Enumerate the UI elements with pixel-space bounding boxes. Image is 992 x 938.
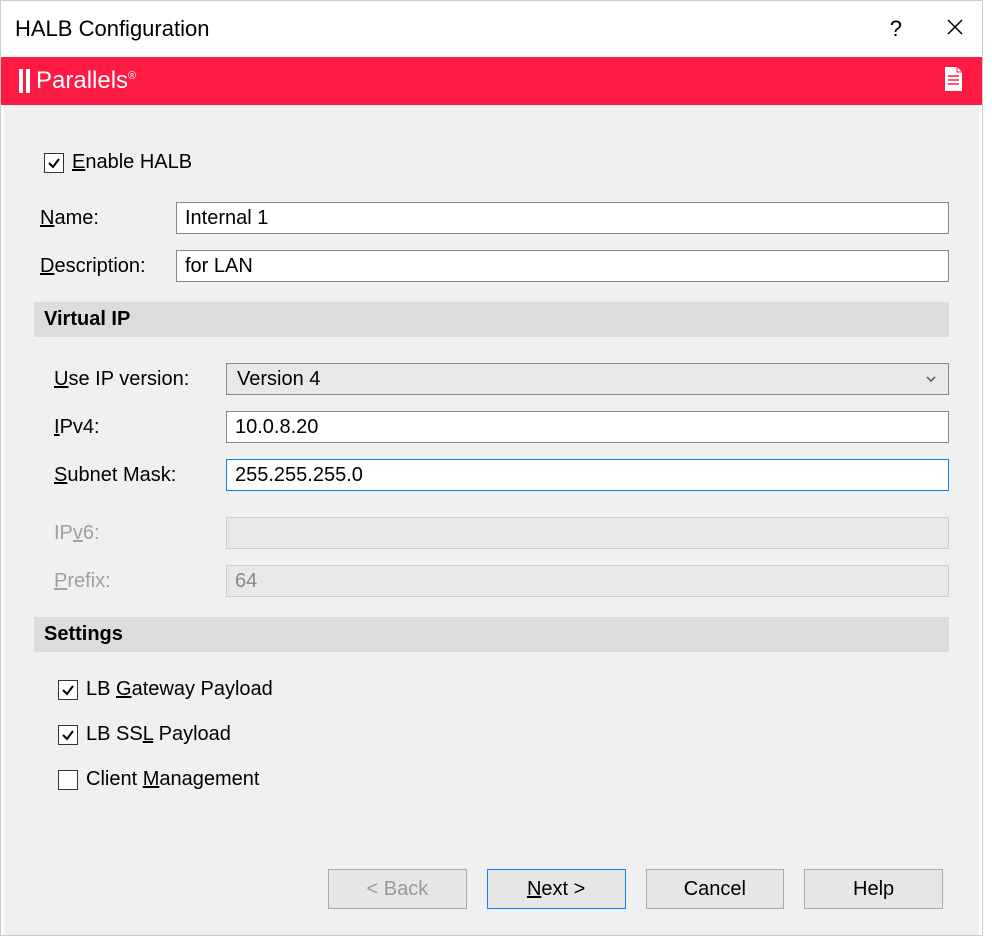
name-input[interactable] xyxy=(176,202,949,234)
window-title: HALB Configuration xyxy=(15,16,209,42)
settings-section-header: Settings xyxy=(34,617,949,652)
ipv4-label: IPv4: xyxy=(54,416,226,439)
name-row: Name: xyxy=(40,202,949,234)
enable-halb-checkbox[interactable]: Enable HALB xyxy=(44,151,949,174)
ip-version-label: Use IP version: xyxy=(54,368,226,391)
button-row: < Back Next > Cancel Help xyxy=(328,869,949,917)
dialog-window: HALB Configuration ? Parallels® xyxy=(0,0,983,936)
ipv4-row: IPv4: xyxy=(54,411,949,443)
subnet-label: Subnet Mask: xyxy=(54,464,226,487)
prefix-input xyxy=(226,565,949,597)
parallels-bars-icon xyxy=(19,69,30,93)
lb-ssl-checkbox[interactable]: LB SSL Payload xyxy=(58,723,949,746)
back-button: < Back xyxy=(328,869,467,909)
description-label: Description: xyxy=(40,255,176,278)
brand-name: Parallels® xyxy=(36,67,136,95)
ip-version-select[interactable]: Version 4 xyxy=(226,363,949,395)
brand-logo: Parallels® xyxy=(19,67,136,95)
lb-gateway-checkbox[interactable]: LB Gateway Payload xyxy=(58,678,949,701)
name-label: Name: xyxy=(40,207,176,230)
help-icon[interactable]: ? xyxy=(890,16,902,42)
ipv6-label: IPv6: xyxy=(54,522,226,545)
ipv6-input xyxy=(226,517,949,549)
client-management-checkbox[interactable]: Client Management xyxy=(58,768,949,791)
help-button[interactable]: Help xyxy=(804,869,943,909)
ip-version-row: Use IP version: Version 4 xyxy=(54,363,949,395)
virtual-ip-section-header: Virtual IP xyxy=(34,302,949,337)
brand-bar: Parallels® xyxy=(1,57,982,105)
titlebar: HALB Configuration ? xyxy=(1,1,982,57)
dialog-content: Enable HALB Name: Description: Virtual I… xyxy=(1,105,982,935)
description-row: Description: xyxy=(40,250,949,282)
prefix-row: Prefix: xyxy=(54,565,949,597)
close-icon[interactable] xyxy=(946,15,964,43)
prefix-label: Prefix: xyxy=(54,570,226,593)
ipv4-input[interactable] xyxy=(226,411,949,443)
next-button[interactable]: Next > xyxy=(487,869,626,909)
ipv6-row: IPv6: xyxy=(54,517,949,549)
chevron-down-icon xyxy=(924,372,938,386)
subnet-input[interactable] xyxy=(226,459,949,491)
window-controls: ? xyxy=(890,15,964,43)
cancel-button[interactable]: Cancel xyxy=(646,869,785,909)
description-input[interactable] xyxy=(176,250,949,282)
document-icon[interactable] xyxy=(942,66,964,97)
subnet-row: Subnet Mask: xyxy=(54,459,949,491)
